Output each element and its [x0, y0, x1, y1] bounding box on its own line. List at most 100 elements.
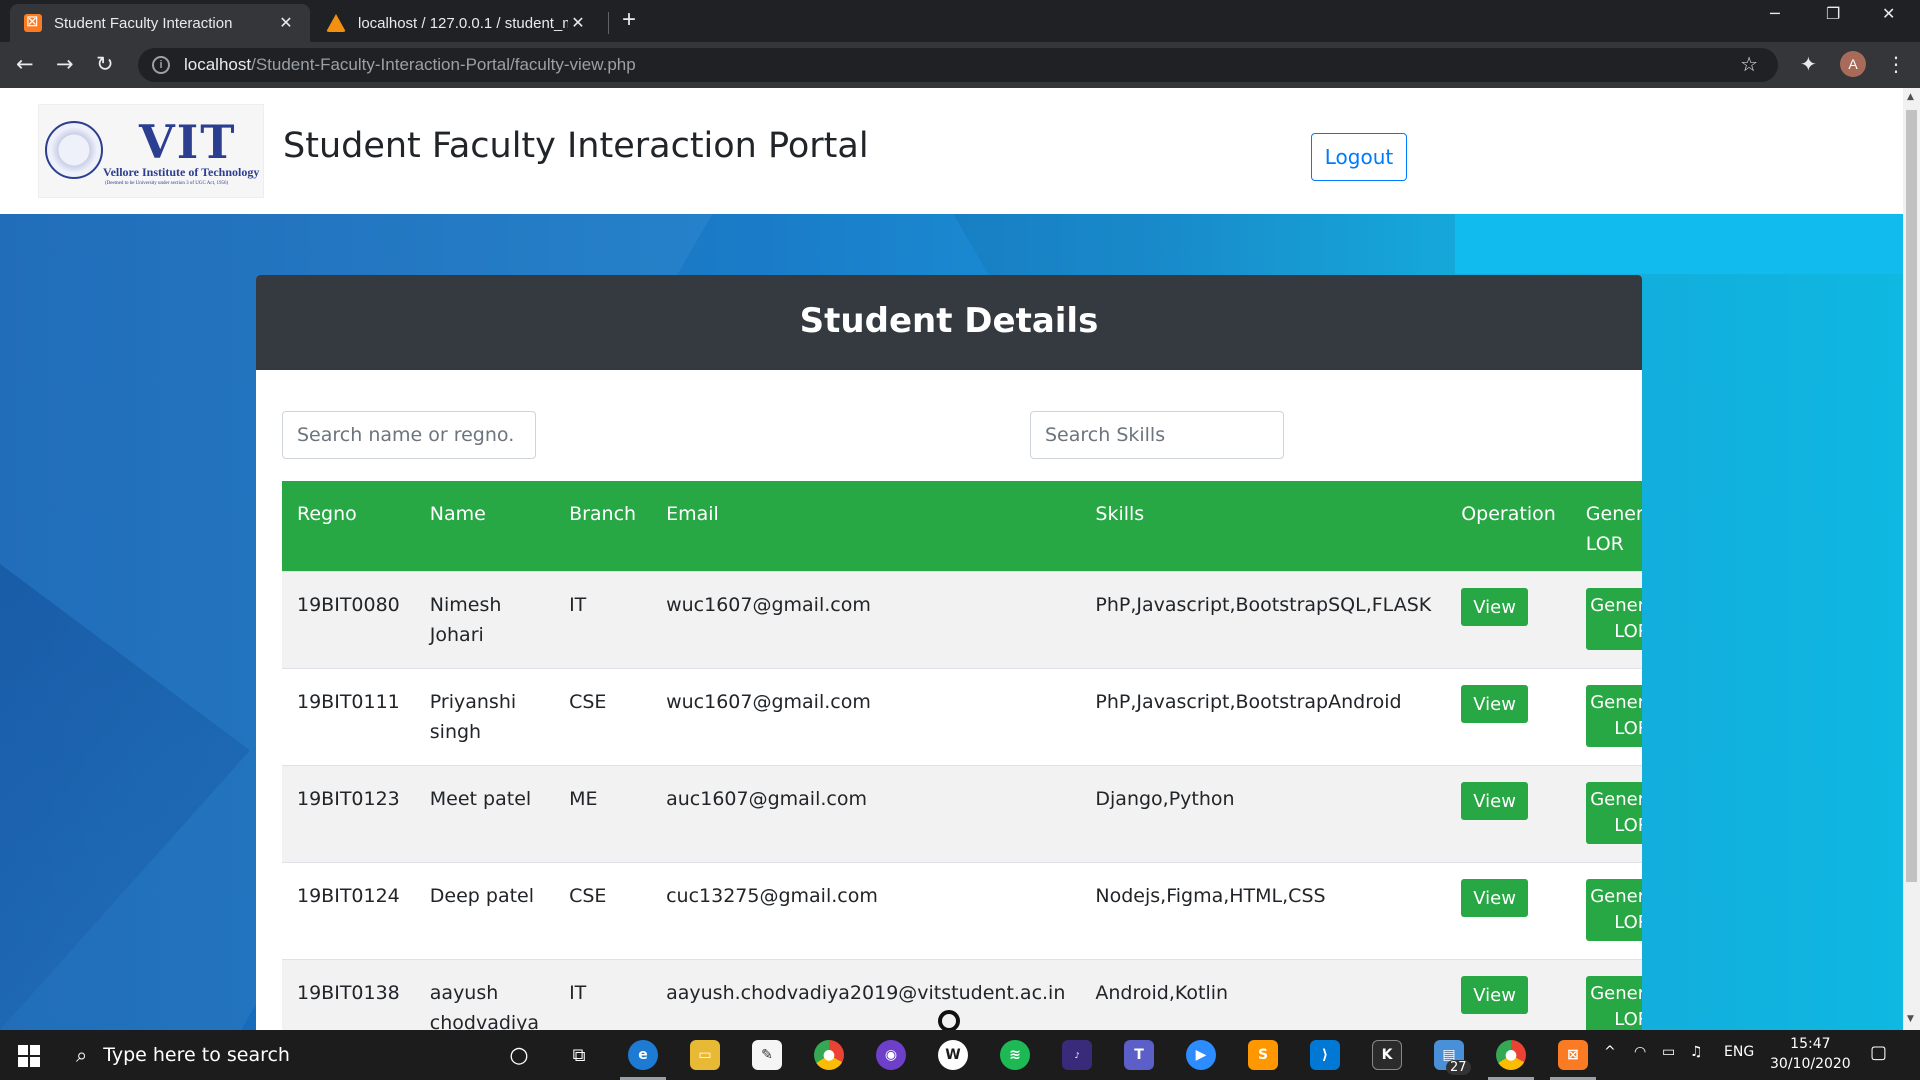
scroll-up-icon[interactable]: ▲ [1907, 92, 1914, 102]
table-header-row: Regno Name Branch Email Skills Operation… [282, 481, 1642, 572]
minimize-icon[interactable]: ─ [1770, 4, 1780, 23]
view-button[interactable]: View [1461, 976, 1528, 1014]
edge-icon[interactable]: e [620, 1040, 666, 1080]
column-header-skills: Skills [1095, 503, 1145, 525]
students-table: Regno Name Branch Email Skills Operation… [282, 481, 1642, 1030]
cell-email: auc1607@gmail.com [651, 765, 1081, 863]
generate-lor-button[interactable]: Generate LOR [1585, 588, 1642, 650]
sublime-text-icon[interactable]: S [1248, 1040, 1278, 1070]
column-header-name: Name [429, 503, 486, 525]
window-close-icon[interactable]: ✕ [1882, 4, 1895, 23]
battery-icon[interactable]: ▭ [1662, 1044, 1675, 1060]
tray-chevron-icon[interactable]: ^ [1604, 1044, 1616, 1060]
cell-email: aayush.chodvadiya2019@vitstudent.ac.in [651, 959, 1081, 1030]
cell-branch: CSE [554, 862, 652, 960]
task-view-icon[interactable]: ⧉ [564, 1040, 594, 1070]
search-skills-input[interactable] [1030, 411, 1284, 459]
browser-menu-icon[interactable]: ⋮ [1886, 52, 1906, 76]
cell-name: Nimesh Johari [414, 571, 555, 669]
logo-text: VIT [139, 115, 237, 169]
view-button[interactable]: View [1461, 782, 1528, 820]
cell-branch: IT [554, 571, 652, 669]
new-tab-button[interactable]: + [622, 6, 636, 34]
windows-start-icon[interactable] [18, 1045, 40, 1067]
cell-operation: View [1446, 668, 1571, 766]
tab-student-faculty[interactable]: Student Faculty Interaction ✕ [10, 4, 310, 42]
scrollbar-thumb[interactable] [1906, 110, 1917, 882]
search-name-input[interactable] [282, 411, 536, 459]
cell-generate-lor: Generate LOR [1570, 862, 1642, 960]
card-title: Student Details [256, 275, 1642, 370]
volume-icon[interactable]: ♫ [1690, 1044, 1703, 1060]
restore-icon[interactable]: ❐ [1826, 4, 1840, 23]
column-header-email: Email [666, 503, 719, 525]
cell-name: Meet patel [414, 765, 555, 863]
cell-name: aayush chodvadiya [414, 959, 555, 1030]
generate-lor-button[interactable]: Generate LOR [1585, 782, 1642, 844]
spotify-icon[interactable]: ≋ [1000, 1040, 1030, 1070]
github-desktop-icon[interactable]: ◉ [876, 1040, 906, 1070]
site-info-icon[interactable]: i [152, 56, 170, 74]
extensions-puzzle-icon[interactable]: ✦ [1800, 52, 1817, 76]
scroll-down-icon[interactable]: ▼ [1907, 1014, 1914, 1024]
page-title: Student Faculty Interaction Portal [283, 126, 869, 166]
url-path: /Student-Faculty-Interaction-Portal/facu… [251, 55, 636, 74]
taskbar-clock[interactable]: 15:47 30/10/2020 [1770, 1034, 1851, 1074]
cell-skills: Android,Kotlin [1080, 959, 1447, 1030]
taskbar-search[interactable]: ⌕ Type here to search [62, 1030, 492, 1080]
tab-close-icon[interactable]: ✕ [276, 13, 296, 33]
cell-operation: View [1446, 959, 1571, 1030]
view-button[interactable]: View [1461, 879, 1528, 917]
page-scrollbar[interactable]: ▲ ▼ [1903, 88, 1920, 1030]
site-header: VIT Vellore Institute of Technology (Dee… [0, 88, 1903, 214]
tab-phpmyadmin[interactable]: localhost / 127.0.0.1 / student_m ✕ [312, 4, 602, 42]
profile-avatar[interactable]: A [1840, 51, 1866, 77]
back-arrow-icon[interactable]: ← [16, 52, 34, 76]
taskbar-search-placeholder: Type here to search [103, 1044, 290, 1066]
wifi-icon[interactable]: ◠ [1634, 1044, 1646, 1060]
cell-branch: ME [554, 765, 652, 863]
table-row: 19BIT0123 Meet patel ME auc1607@gmail.co… [282, 765, 1642, 863]
chrome-icon[interactable]: ● [814, 1040, 844, 1070]
column-header-operation: Operation [1461, 503, 1556, 525]
cell-email: cuc13275@gmail.com [651, 862, 1081, 960]
table-row: 19BIT0138 aayush chodvadiya IT aayush.ch… [282, 959, 1642, 1030]
clock-time: 15:47 [1790, 1036, 1831, 1052]
bookmark-star-icon[interactable]: ☆ [1740, 52, 1758, 77]
table-row: 19BIT0080 Nimesh Johari IT wuc1607@gmail… [282, 571, 1642, 669]
xampp-favicon-icon [24, 12, 42, 32]
busy-cursor-icon [938, 1010, 960, 1030]
generate-lor-button[interactable]: Generate LOR [1585, 685, 1642, 747]
forward-arrow-icon[interactable]: → [56, 52, 74, 76]
tab-close-icon[interactable]: ✕ [568, 13, 588, 33]
file-explorer-icon[interactable]: ▭ [690, 1040, 720, 1070]
teams-icon[interactable]: T [1124, 1040, 1154, 1070]
cell-skills: PhP,Javascript,BootstrapSQL,FLASK [1080, 571, 1447, 669]
generate-lor-button[interactable]: Generate LOR [1585, 879, 1642, 941]
cell-skills: Nodejs,Figma,HTML,CSS [1080, 862, 1447, 960]
page-viewport: VIT Vellore Institute of Technology (Dee… [0, 88, 1903, 1030]
cell-generate-lor: Generate LOR [1570, 571, 1642, 669]
vit-seal-icon [45, 121, 103, 179]
generate-lor-button[interactable]: Generate LOR [1585, 976, 1642, 1030]
vscode-icon[interactable]: ⟩ [1310, 1040, 1340, 1070]
xampp-icon[interactable]: ⊠ [1550, 1040, 1596, 1080]
language-indicator[interactable]: ENG [1724, 1044, 1754, 1060]
reload-icon[interactable]: ↻ [96, 52, 114, 76]
notepad-icon[interactable]: ✎ [752, 1040, 782, 1070]
cell-generate-lor: Generate LOR [1570, 668, 1642, 766]
app-k-icon[interactable]: K [1372, 1040, 1402, 1070]
app-w-icon[interactable]: W [938, 1040, 968, 1070]
notifications-icon[interactable]: ▢ [1870, 1042, 1887, 1063]
chrome-active-icon[interactable]: ● [1488, 1040, 1534, 1080]
logo-subtitle: Vellore Institute of Technology [103, 165, 260, 179]
cell-regno: 19BIT0138 [282, 959, 415, 1030]
amazon-music-icon[interactable]: ♪ [1062, 1040, 1092, 1070]
logout-button[interactable]: Logout [1311, 133, 1407, 181]
zoom-icon[interactable]: ▶ [1186, 1040, 1216, 1070]
view-button[interactable]: View [1461, 685, 1528, 723]
cell-branch: CSE [554, 668, 652, 766]
address-bar[interactable]: i localhost/Student-Faculty-Interaction-… [138, 48, 1778, 82]
view-button[interactable]: View [1461, 588, 1528, 626]
cortana-icon[interactable]: ○ [504, 1040, 534, 1070]
